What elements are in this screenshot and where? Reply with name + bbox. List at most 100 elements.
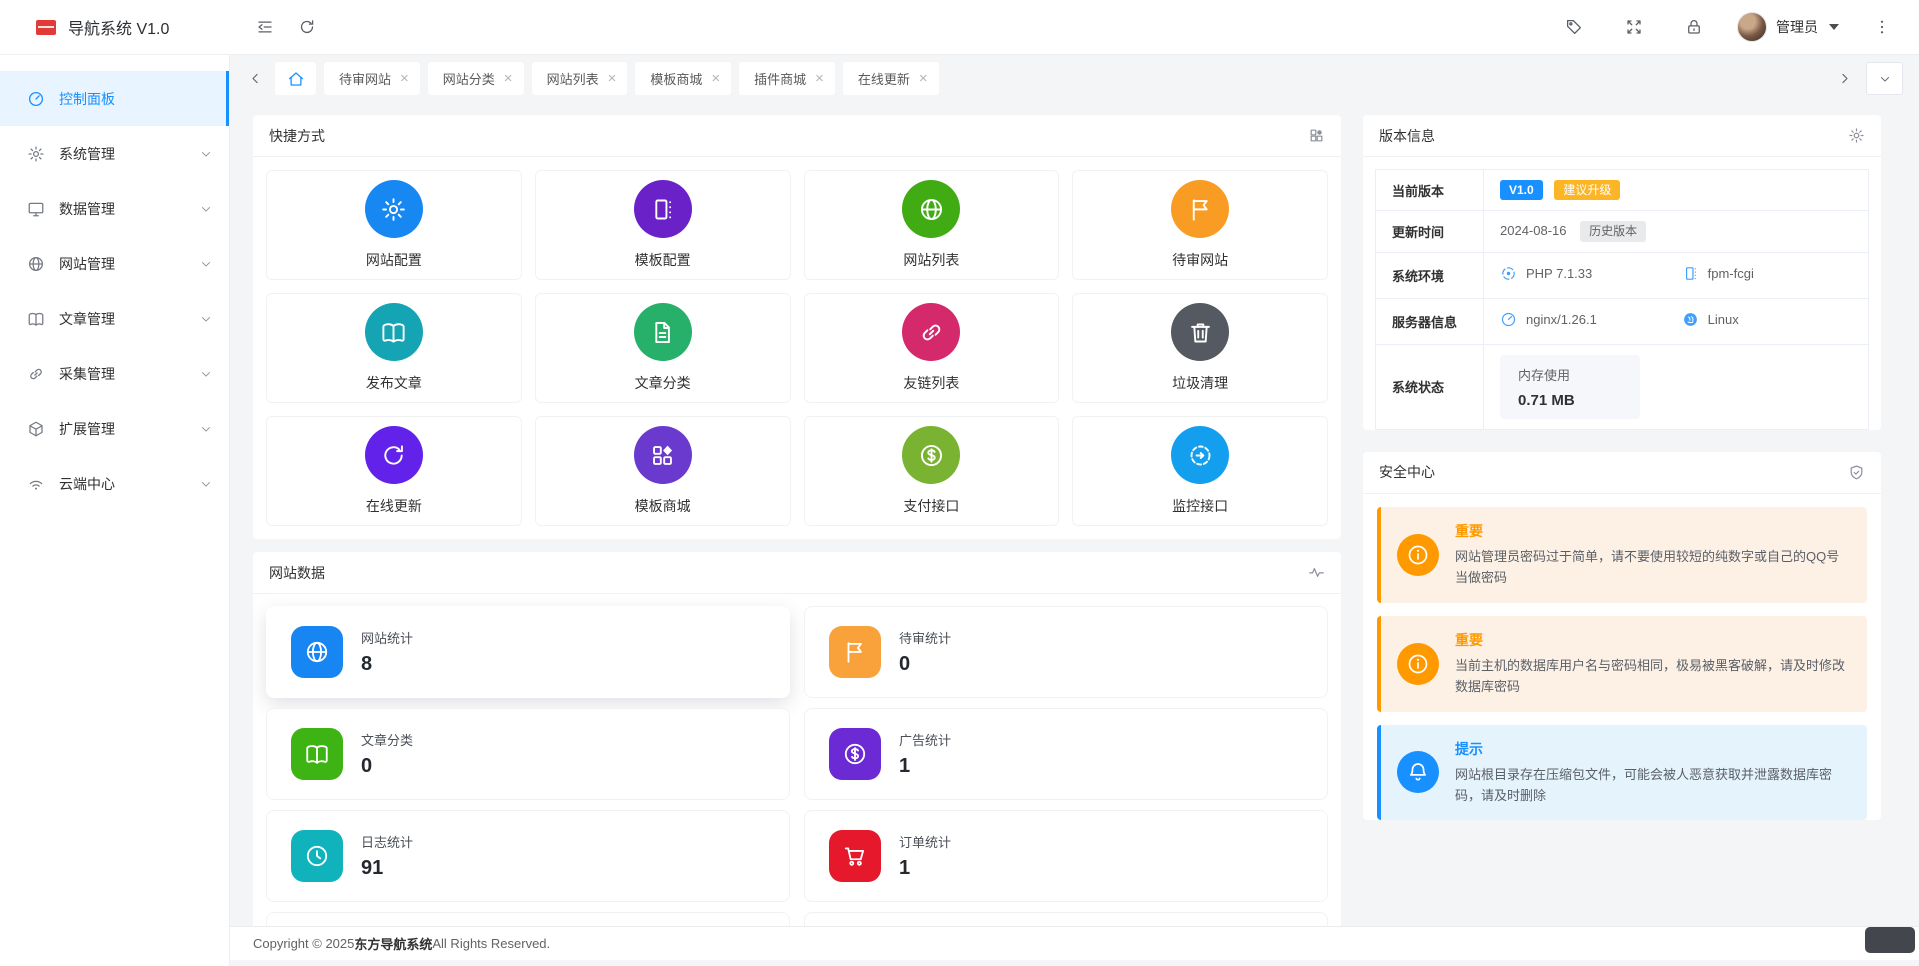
alert-title: 重要 [1455, 521, 1851, 541]
sidebar-item-extension[interactable]: 扩展管理 [0, 401, 229, 456]
chevron-down-icon [199, 257, 213, 271]
shortcut-template-config[interactable]: 模板配置 [535, 170, 791, 280]
flag-icon [829, 626, 881, 678]
refresh-icon [365, 426, 423, 484]
shield-check-icon[interactable] [1848, 464, 1865, 481]
shortcut-label: 在线更新 [366, 496, 422, 516]
linux-icon [1682, 311, 1699, 328]
security-panel-title: 安全中心 [1379, 462, 1435, 482]
update-date: 2024-08-16 [1500, 223, 1567, 238]
chevron-down-icon [199, 202, 213, 216]
shortcut-label: 文章分类 [635, 373, 691, 393]
tabs-scroll-right-icon[interactable] [1833, 67, 1856, 90]
row-label: 服务器信息 [1376, 298, 1484, 344]
file-icon [634, 303, 692, 361]
sidebar-item-label: 控制面板 [59, 89, 115, 109]
sapi-value: fpm-fcgi [1708, 266, 1754, 281]
stat-label: 待审统计 [899, 628, 951, 647]
sidebar-item-collect[interactable]: 采集管理 [0, 346, 229, 401]
shortcut-pending-sites[interactable]: 待审网站 [1072, 170, 1328, 280]
tabs-dropdown-button[interactable] [1866, 62, 1903, 95]
tab-template-store[interactable]: 模板商城× [635, 62, 731, 95]
close-tab-icon[interactable]: × [711, 71, 720, 86]
link-icon [27, 365, 45, 383]
stat-card-orders[interactable]: 订单统计1 [804, 810, 1328, 902]
tab-pending-sites[interactable]: 待审网站× [324, 62, 420, 95]
table-row: 服务器信息 nginx/1.26.1 Linux [1376, 298, 1869, 344]
template-icon [634, 180, 692, 238]
upgrade-badge[interactable]: 建议升级 [1554, 180, 1620, 200]
sidebar-item-article[interactable]: 文章管理 [0, 291, 229, 346]
shortcut-publish-article[interactable]: 发布文章 [266, 293, 522, 403]
api-icon [1171, 426, 1229, 484]
lock-icon[interactable] [1677, 10, 1711, 44]
book-icon [27, 310, 45, 328]
tab-site-list[interactable]: 网站列表× [532, 62, 628, 95]
stat-card-pending[interactable]: 待审统计0 [804, 606, 1328, 698]
sidebar-item-system[interactable]: 系统管理 [0, 126, 229, 181]
sidebar-item-data[interactable]: 数据管理 [0, 181, 229, 236]
user-menu[interactable]: 管理员 [1737, 12, 1839, 42]
shortcut-label: 网站列表 [903, 250, 959, 270]
sidebar-item-label: 数据管理 [59, 199, 115, 219]
fullscreen-icon[interactable] [1617, 10, 1651, 44]
close-tab-icon[interactable]: × [608, 71, 617, 86]
stat-card-extra[interactable] [804, 912, 1328, 926]
shortcut-article-category[interactable]: 文章分类 [535, 293, 791, 403]
pulse-icon[interactable] [1308, 564, 1325, 581]
shortcut-monitor-api[interactable]: 监控接口 [1072, 416, 1328, 526]
refresh-icon[interactable] [290, 10, 324, 44]
close-tab-icon[interactable]: × [504, 71, 513, 86]
row-label: 系统环境 [1376, 252, 1484, 298]
table-row: 当前版本 V1.0 建议升级 [1376, 170, 1869, 211]
cart-icon [829, 830, 881, 882]
gear-icon[interactable] [1848, 127, 1865, 144]
memory-value: 0.71 MB [1518, 392, 1622, 409]
grid-layout-icon[interactable] [1308, 127, 1325, 144]
tab-online-update[interactable]: 在线更新× [843, 62, 939, 95]
sidebar-item-label: 文章管理 [59, 309, 115, 329]
close-tab-icon[interactable]: × [919, 71, 928, 86]
sidebar-item-dashboard[interactable]: 控制面板 [0, 71, 229, 126]
sidebar-item-cloud[interactable]: 云端中心 [0, 456, 229, 511]
shortcut-payment-api[interactable]: 支付接口 [804, 416, 1060, 526]
tabs-scroll-left-icon[interactable] [244, 67, 267, 90]
more-menu-icon[interactable] [1865, 10, 1899, 44]
alert-text: 网站根目录存在压缩包文件，可能会被人恶意获取并泄露数据库密码，请及时删除 [1455, 764, 1851, 807]
stat-label: 日志统计 [361, 832, 413, 851]
version-badge: V1.0 [1500, 180, 1543, 200]
floating-widget[interactable] [1865, 927, 1915, 953]
shortcut-site-config[interactable]: 网站配置 [266, 170, 522, 280]
trash-icon [1171, 303, 1229, 361]
chevron-down-icon [199, 312, 213, 326]
tab-home[interactable] [275, 62, 316, 95]
dollar-icon [829, 728, 881, 780]
stat-card-sites[interactable]: 网站统计8 [266, 606, 790, 698]
shortcut-garbage-clean[interactable]: 垃圾清理 [1072, 293, 1328, 403]
shortcut-friend-links[interactable]: 友链列表 [804, 293, 1060, 403]
tag-icon[interactable] [1557, 10, 1591, 44]
shortcut-label: 友链列表 [903, 373, 959, 393]
stat-card-pageviews[interactable]: 站点浏览 [266, 912, 790, 926]
sidebar-item-website[interactable]: 网站管理 [0, 236, 229, 291]
stat-card-logs[interactable]: 日志统计91 [266, 810, 790, 902]
alert-text: 网站管理员密码过于简单，请不要使用较短的纯数字或自己的QQ号当做密码 [1455, 546, 1851, 589]
close-tab-icon[interactable]: × [815, 71, 824, 86]
stat-card-article-category[interactable]: 文章分类0 [266, 708, 790, 800]
tab-site-categories[interactable]: 网站分类× [428, 62, 524, 95]
avatar[interactable] [1737, 12, 1767, 42]
gear-icon [365, 180, 423, 238]
history-version-badge[interactable]: 历史版本 [1580, 221, 1646, 241]
shortcut-site-list[interactable]: 网站列表 [804, 170, 1060, 280]
gauge-icon [1500, 311, 1517, 328]
stat-label: 订单统计 [899, 832, 951, 851]
shortcut-online-update[interactable]: 在线更新 [266, 416, 522, 526]
php-version: PHP 7.1.33 [1526, 266, 1592, 281]
stat-card-ads[interactable]: 广告统计1 [804, 708, 1328, 800]
tab-plugin-store[interactable]: 插件商城× [739, 62, 835, 95]
collapse-sidebar-icon[interactable] [248, 10, 282, 44]
shortcut-template-store[interactable]: 模板商城 [535, 416, 791, 526]
table-row: 系统状态 内存使用 0.71 MB [1376, 344, 1869, 429]
close-tab-icon[interactable]: × [400, 71, 409, 86]
memory-label: 内存使用 [1518, 365, 1622, 384]
